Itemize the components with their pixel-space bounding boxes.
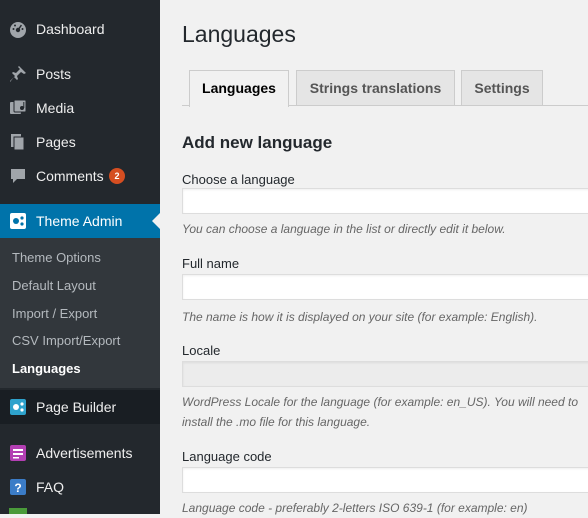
tab-languages[interactable]: Languages [189, 70, 289, 107]
theme-admin-submenu: Theme Options Default Layout Import / Ex… [0, 238, 160, 388]
menu-pages-label: Pages [36, 134, 76, 150]
menu-dashboard[interactable]: Dashboard [0, 12, 160, 46]
tab-strings-translations[interactable]: Strings translations [296, 70, 455, 105]
menu-page-builder[interactable]: Page Builder [0, 390, 160, 424]
page-title: Languages [182, 21, 296, 47]
menu-media-label: Media [36, 100, 75, 116]
submenu-theme-options[interactable]: Theme Options [12, 250, 101, 266]
menu-theme-admin-label: Theme Admin [36, 213, 123, 229]
full-name-input[interactable] [182, 274, 588, 300]
tab-settings[interactable]: Settings [461, 70, 543, 105]
svg-text:?: ? [14, 481, 21, 495]
submenu-languages[interactable]: Languages [12, 361, 81, 377]
admin-sidebar: Dashboard Posts Media Pages Comments 2 T… [0, 0, 160, 514]
full-name-label: Full name [182, 256, 240, 271]
language-code-description: Language code - preferably 2-letters ISO… [182, 501, 528, 515]
menu-posts-label: Posts [36, 66, 72, 82]
locale-label: Locale [182, 343, 221, 358]
dashboard-icon [9, 20, 27, 38]
menu-comments[interactable]: Comments 2 [0, 159, 160, 193]
advertisements-icon [9, 444, 27, 462]
full-name-description: The name is how it is displayed on your … [182, 310, 538, 324]
add-language-heading: Add new language [182, 133, 333, 152]
current-menu-arrow [152, 213, 160, 229]
menu-media[interactable]: Media [0, 91, 160, 125]
menu-comments-label: Comments [36, 168, 104, 184]
submenu-csv-import-export[interactable]: CSV Import/Export [12, 333, 120, 349]
menu-theme-admin[interactable]: Theme Admin [0, 204, 160, 238]
menu-pages[interactable]: Pages [0, 125, 160, 159]
menu-faq-label: FAQ [36, 479, 65, 495]
choose-language-description: You can choose a language in the list or… [182, 222, 506, 236]
submenu-default-layout[interactable]: Default Layout [12, 278, 96, 294]
menu-posts[interactable]: Posts [0, 57, 160, 91]
menu-faq[interactable]: ? FAQ [0, 470, 160, 504]
page-builder-icon [9, 398, 27, 416]
help-icon: ? [9, 478, 27, 496]
language-code-label: Language code [182, 449, 272, 464]
pages-icon [9, 133, 27, 151]
choose-language-input[interactable] [182, 188, 588, 214]
choose-language-label: Choose a language [182, 172, 295, 187]
locale-input[interactable] [182, 361, 588, 387]
language-code-input[interactable] [182, 467, 588, 493]
menu-page-builder-label: Page Builder [36, 399, 117, 415]
menu-advertisements-label: Advertisements [36, 445, 133, 461]
pushpin-icon [9, 65, 27, 83]
submenu-import-export[interactable]: Import / Export [12, 306, 97, 322]
locale-description: WordPress Locale for the language (for e… [182, 395, 578, 429]
next-menu-icon [9, 508, 27, 514]
menu-advertisements[interactable]: Advertisements [0, 436, 160, 470]
theme-admin-icon [9, 212, 27, 230]
comments-count-badge: 2 [109, 168, 125, 184]
menu-dashboard-label: Dashboard [36, 21, 105, 37]
media-icon [9, 99, 27, 117]
comment-icon [9, 167, 27, 185]
